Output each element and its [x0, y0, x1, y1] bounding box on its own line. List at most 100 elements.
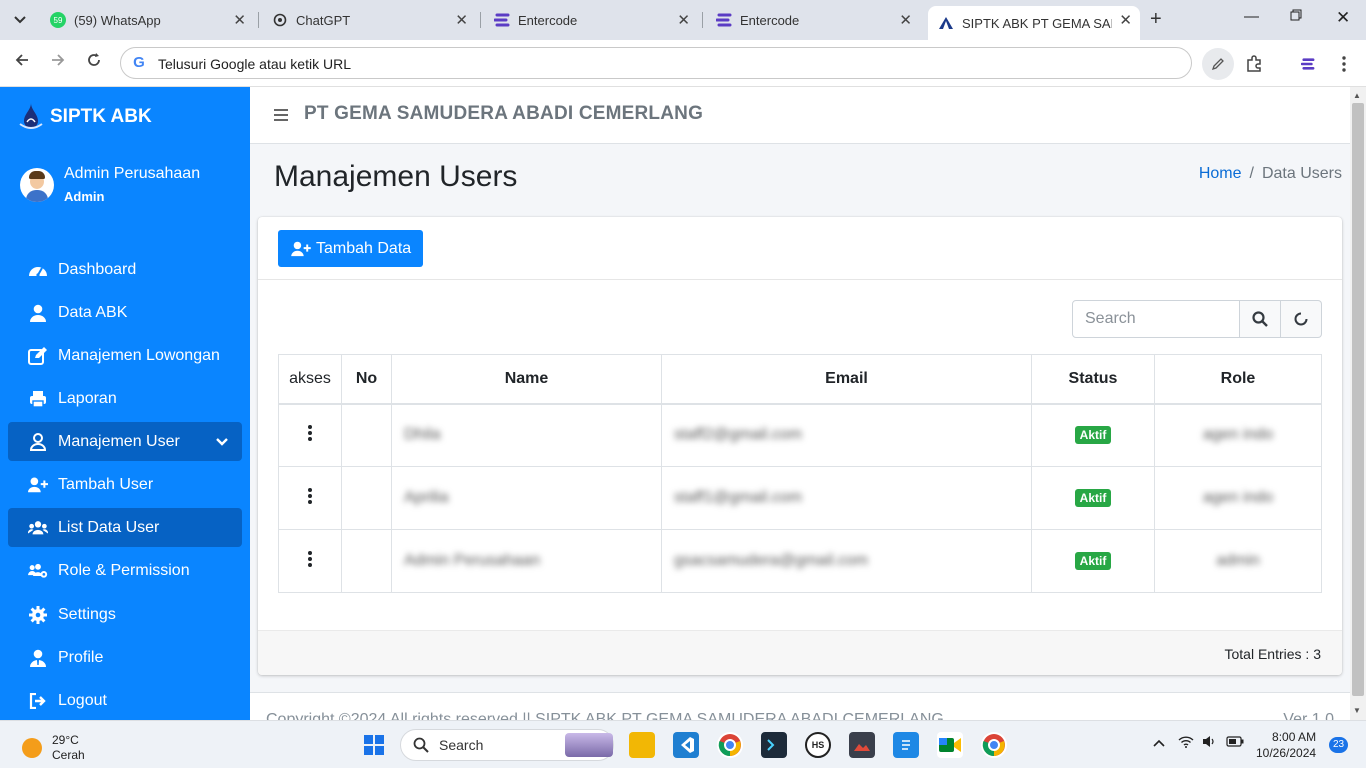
hs-app-icon[interactable]: HS [805, 732, 831, 758]
add-data-button[interactable]: Tambah Data [278, 230, 424, 267]
clock-time: 8:00 AM [1272, 730, 1317, 744]
weather-temp: 29°C [52, 733, 79, 747]
close-window-button[interactable]: ✕ [1336, 8, 1350, 28]
column-header-status: Status [1031, 354, 1155, 405]
close-tab-icon[interactable]: ✕ [455, 11, 468, 29]
menu-toggle-icon[interactable] [274, 109, 288, 124]
meet-icon[interactable] [937, 732, 963, 758]
user-panel[interactable]: Admin Perusahaan Admin [20, 165, 200, 204]
sidebar-item-label: Profile [58, 648, 104, 666]
edit-button[interactable] [1202, 48, 1234, 80]
omnibox[interactable]: G Telusuri Google atau ketik URL [120, 47, 1192, 79]
new-tab-button[interactable]: + [1150, 8, 1162, 31]
terminal-icon[interactable] [761, 732, 787, 758]
tab-siptk-active[interactable]: SIPTK ABK PT GEMA SAMUD ✕ [928, 6, 1140, 40]
breadcrumb-home-link[interactable]: Home [1199, 165, 1242, 182]
user-plus-icon [28, 476, 48, 494]
tab-entercode-1[interactable]: Entercode ✕ [484, 6, 698, 34]
page-scrollbar[interactable]: ▲ ▼ [1350, 87, 1366, 720]
close-tab-icon[interactable]: ✕ [677, 11, 690, 29]
sidebar-item-label: Laporan [58, 389, 117, 407]
tab-search-button[interactable] [6, 6, 34, 34]
sidebar-item-role-permission[interactable]: Role & Permission [8, 551, 242, 590]
extensions-button[interactable] [1240, 50, 1268, 78]
vscode-icon[interactable] [673, 732, 699, 758]
close-tab-icon[interactable]: ✕ [1119, 11, 1132, 29]
sidebar-item-manajemen-user[interactable]: Manajemen User [8, 422, 242, 461]
sidebar-item-label: Logout [58, 691, 107, 709]
entercode-icon [494, 12, 510, 28]
copyright-text: Copyright ©2024 All rights reserved || S… [266, 711, 944, 720]
more-vertical-icon[interactable] [308, 486, 312, 506]
battery-icon[interactable] [1226, 735, 1244, 750]
browser-menu-button[interactable] [1330, 50, 1358, 78]
close-tab-icon[interactable]: ✕ [899, 11, 912, 29]
search-input[interactable] [1072, 300, 1240, 338]
breadcrumb: Home / Data Users [1199, 165, 1342, 183]
weather-widget[interactable]: 29°C Cerah [22, 733, 85, 763]
search-group [1072, 300, 1322, 338]
chrome-icon[interactable] [981, 732, 1007, 758]
brand[interactable]: SIPTK ABK [18, 101, 152, 133]
cell-status: Aktif [1031, 466, 1155, 530]
sidebar-item-settings[interactable]: Settings [8, 595, 242, 634]
photo-app-icon[interactable] [849, 732, 875, 758]
file-explorer-icon[interactable] [629, 732, 655, 758]
page-footer: Copyright ©2024 All rights reserved || S… [250, 692, 1350, 720]
notification-badge[interactable]: 23 [1329, 737, 1348, 753]
wifi-icon[interactable] [1178, 735, 1194, 751]
row-actions[interactable] [278, 466, 342, 530]
user-email-value: gsacsamudera@gmail.com [674, 552, 869, 569]
chevron-up-icon[interactable] [1153, 735, 1165, 750]
forward-button[interactable] [50, 52, 66, 73]
system-clock[interactable]: 8:00 AM 10/26/2024 [1256, 729, 1316, 761]
sidebar-item-list-data-user[interactable]: List Data User [8, 508, 242, 547]
scroll-up-icon[interactable]: ▲ [1353, 91, 1361, 100]
chevron-down-icon [216, 433, 228, 451]
tab-title: (59) WhatsApp [74, 12, 161, 28]
sidebar-item-dashboard[interactable]: Dashboard [8, 250, 242, 289]
reload-button[interactable] [86, 52, 102, 73]
entercode-extension-button[interactable] [1294, 50, 1322, 78]
notepad-icon[interactable] [893, 732, 919, 758]
chrome-alt-icon[interactable] [717, 732, 743, 758]
sidebar-item-label: List Data User [58, 518, 160, 536]
restore-button[interactable] [1290, 8, 1302, 25]
windows-icon [364, 735, 384, 755]
cell-email: gsacsamudera@gmail.com [661, 529, 1032, 593]
minimize-button[interactable]: — [1244, 8, 1259, 25]
more-vertical-icon[interactable] [308, 549, 312, 569]
column-header-name: Name [391, 354, 662, 405]
row-actions[interactable] [278, 403, 342, 467]
user-role-value: agen indo [1202, 426, 1274, 444]
sidebar-item-laporan[interactable]: Laporan [8, 379, 242, 418]
close-tab-icon[interactable]: ✕ [233, 11, 246, 29]
status-badge: Aktif [1074, 552, 1112, 570]
cell-role: agen indo [1154, 466, 1322, 530]
tab-chatgpt[interactable]: ChatGPT ✕ [262, 6, 476, 34]
cell-name: Dhila [391, 403, 662, 467]
taskbar-search[interactable]: Search [400, 729, 614, 761]
cell-email: staff1@gmail.com [661, 466, 1032, 530]
tab-whatsapp[interactable]: 59 (59) WhatsApp ✕ [40, 6, 254, 34]
google-icon: G [133, 54, 145, 71]
sidebar-item-tambah-user[interactable]: Tambah User [8, 465, 242, 504]
sidebar-item-profile[interactable]: Profile [8, 638, 242, 677]
sidebar-item-logout[interactable]: Logout [8, 681, 242, 720]
volume-icon[interactable] [1202, 735, 1216, 751]
sidebar-item-data-abk[interactable]: Data ABK [8, 293, 242, 332]
start-button[interactable] [361, 732, 387, 758]
tab-entercode-2[interactable]: Entercode ✕ [706, 6, 920, 34]
more-vertical-icon[interactable] [308, 423, 312, 443]
print-icon [28, 390, 48, 408]
scrollbar-thumb[interactable] [1352, 103, 1364, 696]
search-button[interactable] [1240, 300, 1281, 338]
scroll-down-icon[interactable]: ▼ [1353, 706, 1361, 715]
refresh-button[interactable] [1281, 300, 1322, 338]
arrow-right-icon [52, 54, 65, 66]
row-actions[interactable] [278, 529, 342, 593]
arrow-left-icon [15, 54, 28, 66]
tab-title: Entercode [740, 12, 800, 28]
back-button[interactable] [14, 52, 30, 73]
sidebar-item-manajemen-lowongan[interactable]: Manajemen Lowongan [8, 336, 242, 375]
